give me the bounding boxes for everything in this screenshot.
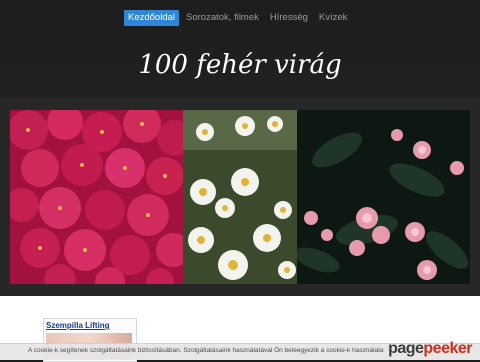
pagepeeker-watermark: pagepeeker — [388, 340, 472, 358]
watermark-part1: page — [388, 340, 424, 357]
nav-item-celebrities[interactable]: Híresség — [266, 10, 312, 26]
header: Kezdőoldal Sorozatok, filmek Híresség Kv… — [0, 0, 480, 98]
photo-gallery — [0, 98, 480, 296]
nav-item-series-films[interactable]: Sorozatok, filmek — [182, 10, 263, 26]
ad-title-link[interactable]: Szempilla Lifting — [46, 321, 110, 330]
main-nav: Kezdőoldal Sorozatok, filmek Híresség Kv… — [124, 10, 354, 26]
cookie-text: A cookie-k segítenek szolgáltatásaink bi… — [28, 347, 384, 354]
watermark-part2: peeker — [423, 340, 472, 357]
photo-pink-chrysanthemums[interactable] — [10, 110, 183, 284]
nav-item-home[interactable]: Kezdőoldal — [124, 10, 180, 26]
site-title[interactable]: 100 fehér virág — [0, 50, 480, 80]
photo-pink-flowers-dark[interactable] — [297, 110, 470, 284]
photo-white-daisies[interactable] — [183, 110, 297, 284]
nav-item-quizzes[interactable]: Kvízek — [315, 10, 352, 26]
